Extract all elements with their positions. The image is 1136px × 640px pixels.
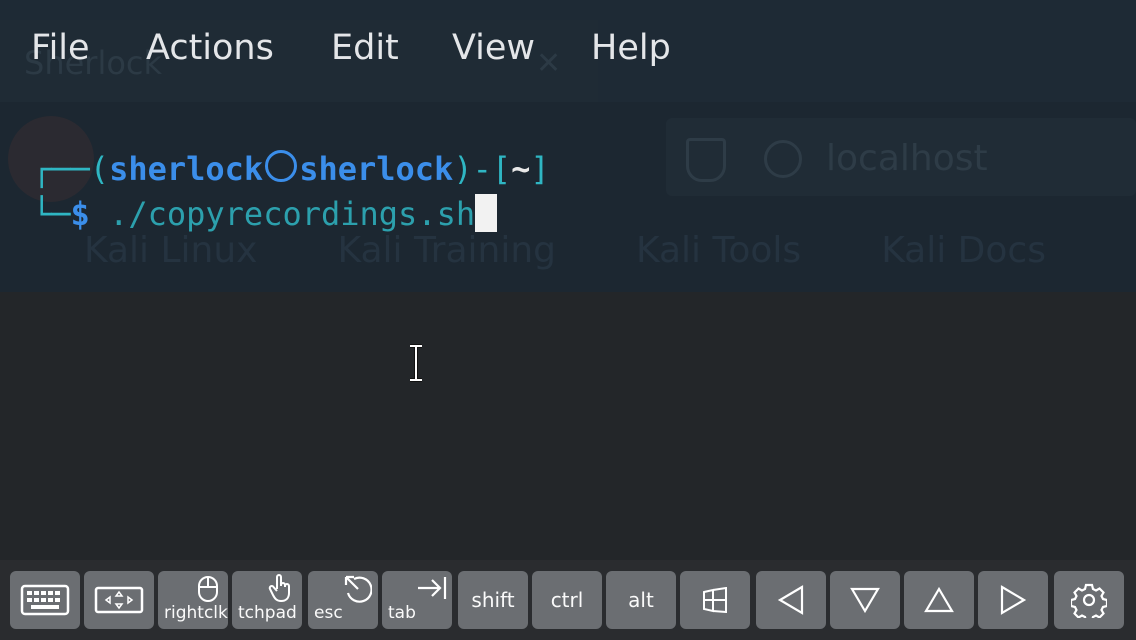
- settings-button[interactable]: [1054, 571, 1124, 629]
- keyboard-toggle-button[interactable]: [10, 571, 80, 629]
- arrow-down-button[interactable]: [830, 571, 900, 629]
- menu-help[interactable]: Help: [591, 28, 671, 68]
- menu-edit[interactable]: Edit: [331, 28, 399, 68]
- windows-button[interactable]: [680, 571, 750, 629]
- esc-label: esc: [314, 603, 343, 623]
- bookmark-kali-linux: Kali Linux: [84, 230, 258, 271]
- tab-arrow-icon: [418, 577, 447, 599]
- prompt-user: sherlock: [109, 150, 264, 188]
- ibeam-cursor-icon: [410, 344, 422, 382]
- prompt-host: sherlock: [299, 150, 454, 188]
- background-bookmarks: Kali Linux Kali Training Kali Tools Kali Do…: [84, 230, 1126, 271]
- menu-actions[interactable]: Actions: [146, 28, 274, 68]
- triangle-down-icon: [850, 587, 880, 614]
- alt-button[interactable]: alt: [606, 571, 676, 629]
- background-shield-icon: [686, 138, 726, 182]
- windows-icon: [703, 587, 727, 613]
- rightclick-button[interactable]: rightclk: [158, 571, 228, 629]
- command-text: ./copyrecordings.sh: [89, 195, 476, 233]
- prompt-cwd: ~: [511, 150, 531, 188]
- arrow-right-button[interactable]: [978, 571, 1048, 629]
- mouse-icon: [198, 576, 218, 602]
- background-url-text: localhost: [826, 138, 988, 179]
- tab-button[interactable]: tab: [382, 571, 452, 629]
- bookmark-kali-docs: Kali Docs: [881, 230, 1046, 271]
- background-info-icon: [764, 140, 802, 178]
- ctrl-label: ctrl: [550, 588, 584, 612]
- touchpad-button[interactable]: tchpad: [232, 571, 302, 629]
- prompt-bracket-open: ┌──(: [32, 150, 110, 188]
- hand-pointer-icon: [268, 574, 290, 603]
- alt-label: alt: [628, 588, 654, 612]
- arrow-pad-icon: [94, 586, 144, 614]
- keyboard-icon: [20, 584, 70, 616]
- arrow-left-button[interactable]: [756, 571, 826, 629]
- background-close-icon: ✕: [536, 46, 562, 81]
- triangle-left-icon: [777, 585, 804, 615]
- bookmark-kali-tools: Kali Tools: [636, 230, 802, 271]
- arrow-up-button[interactable]: [904, 571, 974, 629]
- esc-button[interactable]: esc: [308, 571, 378, 629]
- kali-logo-icon: [265, 150, 298, 182]
- gear-icon: [1071, 583, 1107, 618]
- prompt-bracket-close: ]: [530, 150, 550, 188]
- command-line[interactable]: └─$ ./copyrecordings.sh: [32, 194, 498, 233]
- shift-label: shift: [471, 588, 515, 612]
- menu-file[interactable]: File: [31, 28, 90, 68]
- prompt-line: ┌──(sherlock sherlock)-[~]: [32, 150, 550, 188]
- prompt-mid: )-[: [453, 150, 512, 188]
- arrow-pad-button[interactable]: [84, 571, 154, 629]
- text-cursor: [475, 194, 498, 232]
- touchpad-label: tchpad: [238, 603, 297, 623]
- prompt-dollar: $: [70, 195, 90, 233]
- ctrl-button[interactable]: ctrl: [532, 571, 602, 629]
- prompt-corner: └─: [32, 195, 71, 233]
- triangle-right-icon: [1000, 585, 1027, 615]
- bookmark-kali-training: Kali Training: [337, 230, 557, 271]
- menu-view[interactable]: View: [452, 28, 535, 68]
- triangle-up-icon: [924, 586, 954, 613]
- escape-arrow-icon: [344, 575, 372, 603]
- tab-label: tab: [388, 603, 416, 623]
- shift-button[interactable]: shift: [458, 571, 528, 629]
- rightclick-label: rightclk: [164, 603, 228, 623]
